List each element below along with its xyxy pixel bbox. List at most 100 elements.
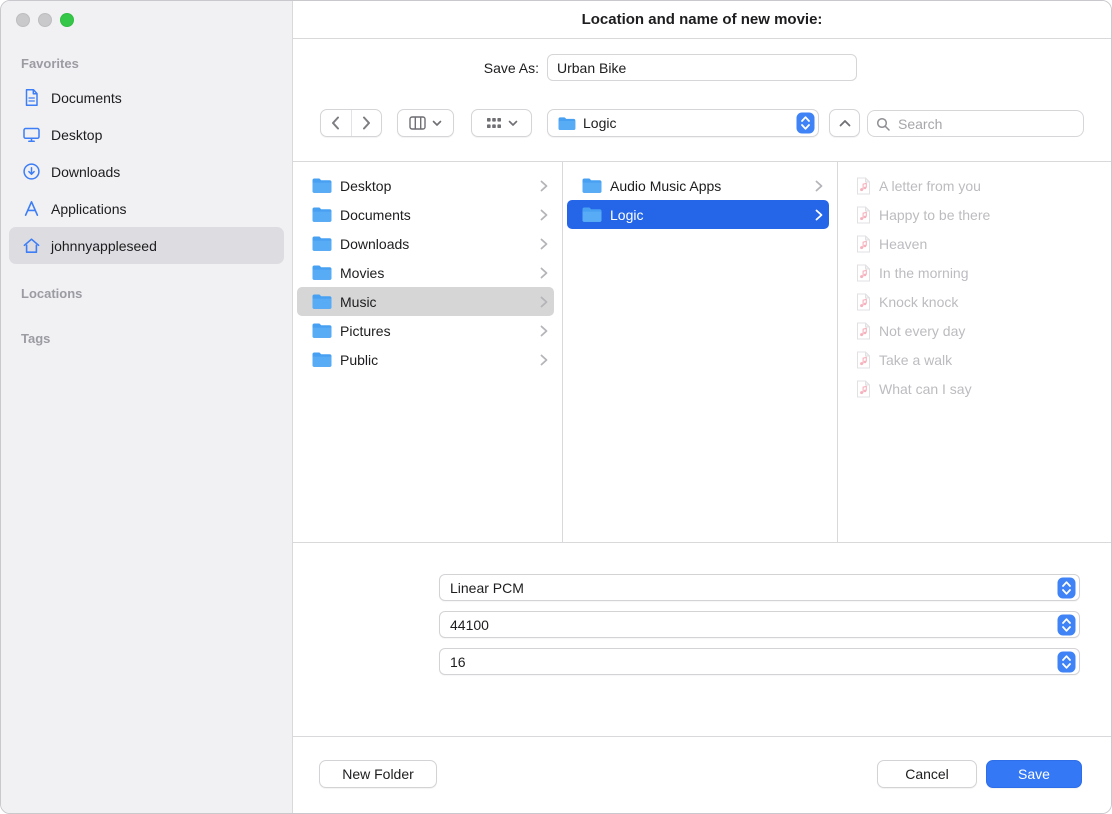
file-name: Not every day <box>879 323 1097 339</box>
search-input[interactable] <box>896 115 1075 133</box>
music-file-icon <box>856 322 871 340</box>
music-file-icon <box>856 351 871 369</box>
file-name: Knock knock <box>879 294 1097 310</box>
sample-rate-row: Sample Rate: 44100 <box>293 611 1111 638</box>
folder-item-documents[interactable]: Documents <box>297 200 554 229</box>
group-view-button[interactable] <box>471 109 532 137</box>
folder-item-music[interactable]: Music <box>297 287 554 316</box>
stepper-icon <box>1057 651 1076 673</box>
sidebar-item-label: johnnyappleseed <box>51 238 157 254</box>
sidebar-section-title: Locations <box>9 279 284 309</box>
chevron-left-icon <box>331 116 340 130</box>
sidebar-item-label: Desktop <box>51 127 102 143</box>
minimize-window-button[interactable] <box>38 13 52 27</box>
chevron-right-icon <box>815 180 823 192</box>
grid-view-icon <box>486 117 502 130</box>
column-view-button[interactable] <box>397 109 454 137</box>
bit-depth-value: 16 <box>450 654 1057 670</box>
chevron-right-icon <box>362 116 371 130</box>
save-as-label: Save As: <box>401 60 539 76</box>
file-name: Take a walk <box>879 352 1097 368</box>
close-window-button[interactable] <box>16 13 30 27</box>
chevron-down-icon <box>508 120 518 127</box>
file-item-in-the-morning[interactable]: In the morning <box>842 258 1103 287</box>
file-name: What can I say <box>879 381 1097 397</box>
folder-item-pictures[interactable]: Pictures <box>297 316 554 345</box>
audio-format-select[interactable]: Linear PCM <box>439 574 1080 601</box>
music-file-icon <box>856 264 871 282</box>
home-icon <box>21 236 41 256</box>
file-item-heaven[interactable]: Heaven <box>842 229 1103 258</box>
folder-item-logic[interactable]: Logic <box>567 200 829 229</box>
new-folder-button[interactable]: New Folder <box>319 760 437 788</box>
save-as-input[interactable] <box>547 54 857 81</box>
dialog-title: Location and name of new movie: <box>582 11 823 28</box>
file-item-happy-to-be-there[interactable]: Happy to be there <box>842 200 1103 229</box>
folder-item-downloads[interactable]: Downloads <box>297 229 554 258</box>
sidebar-item-downloads[interactable]: Downloads <box>9 153 284 190</box>
file-item-not-every-day[interactable]: Not every day <box>842 316 1103 345</box>
documents-icon <box>21 88 41 108</box>
cancel-button[interactable]: Cancel <box>877 760 977 788</box>
folder-icon <box>581 177 602 194</box>
sidebar-item-label: Downloads <box>51 164 120 180</box>
popup-stepper-icon <box>796 112 815 134</box>
folder-item-movies[interactable]: Movies <box>297 258 554 287</box>
chevron-right-icon <box>540 209 548 221</box>
columns-view-icon <box>409 116 426 130</box>
folder-item-audio-music-apps[interactable]: Audio Music Apps <box>567 171 829 200</box>
sidebar-section-title: Tags <box>9 324 284 354</box>
applications-icon <box>21 199 41 219</box>
file-item-what-can-i-say[interactable]: What can I say <box>842 374 1103 403</box>
file-item-knock-knock[interactable]: Knock knock <box>842 287 1103 316</box>
file-name: Happy to be there <box>879 207 1097 223</box>
export-options: Audio Format: Linear PCM Sample Rate: 44… <box>293 543 1111 736</box>
sidebar-item-johnnyappleseed[interactable]: johnnyappleseed <box>9 227 284 264</box>
sidebar-item-documents[interactable]: Documents <box>9 79 284 116</box>
up-directory-button[interactable] <box>829 109 860 137</box>
search-icon <box>876 117 890 131</box>
chevron-right-icon <box>540 267 548 279</box>
music-file-icon <box>856 380 871 398</box>
forward-button[interactable] <box>352 110 382 136</box>
location-popup-value: Logic <box>583 115 789 131</box>
folder-name: Pictures <box>340 323 532 339</box>
dialog-footer: New Folder Cancel Save <box>293 736 1111 813</box>
file-name: Heaven <box>879 236 1097 252</box>
chevron-right-icon <box>540 180 548 192</box>
chevron-up-icon <box>839 119 851 127</box>
folder-name: Logic <box>610 207 807 223</box>
folder-name: Public <box>340 352 532 368</box>
bit-depth-select[interactable]: 16 <box>439 648 1080 675</box>
folder-icon <box>311 235 332 252</box>
file-name: A letter from you <box>879 178 1097 194</box>
sidebar-section-title: Favorites <box>9 49 284 79</box>
stepper-icon <box>1057 577 1076 599</box>
sidebar-item-desktop[interactable]: Desktop <box>9 116 284 153</box>
music-file-icon <box>856 235 871 253</box>
chevron-right-icon <box>540 354 548 366</box>
music-file-icon <box>856 206 871 224</box>
stepper-icon <box>1057 614 1076 636</box>
save-dialog-window: FavoritesDocumentsDesktopDownloadsApplic… <box>0 0 1112 814</box>
file-item-take-a-walk[interactable]: Take a walk <box>842 345 1103 374</box>
sidebar-item-label: Applications <box>51 201 127 217</box>
sidebar-item-applications[interactable]: Applications <box>9 190 284 227</box>
zoom-window-button[interactable] <box>60 13 74 27</box>
chevron-right-icon <box>540 296 548 308</box>
folder-name: Audio Music Apps <box>610 178 807 194</box>
file-name: In the morning <box>879 265 1097 281</box>
browser-column-3: A letter from you Happy to be there Heaven… <box>838 162 1111 542</box>
sample-rate-select[interactable]: 44100 <box>439 611 1080 638</box>
folder-item-public[interactable]: Public <box>297 345 554 374</box>
location-popup[interactable]: Logic <box>547 109 819 137</box>
folder-icon <box>557 116 576 131</box>
search-field[interactable] <box>867 110 1084 137</box>
back-button[interactable] <box>321 110 352 136</box>
file-item-a-letter-from-you[interactable]: A letter from you <box>842 171 1103 200</box>
folder-item-desktop[interactable]: Desktop <box>297 171 554 200</box>
browser-column-2: Audio Music Apps Logic <box>563 162 838 542</box>
column-browser: DesktopDocumentsDownloadsMoviesMusic Pict… <box>293 161 1111 543</box>
folder-icon <box>311 293 332 310</box>
save-button[interactable]: Save <box>986 760 1082 788</box>
